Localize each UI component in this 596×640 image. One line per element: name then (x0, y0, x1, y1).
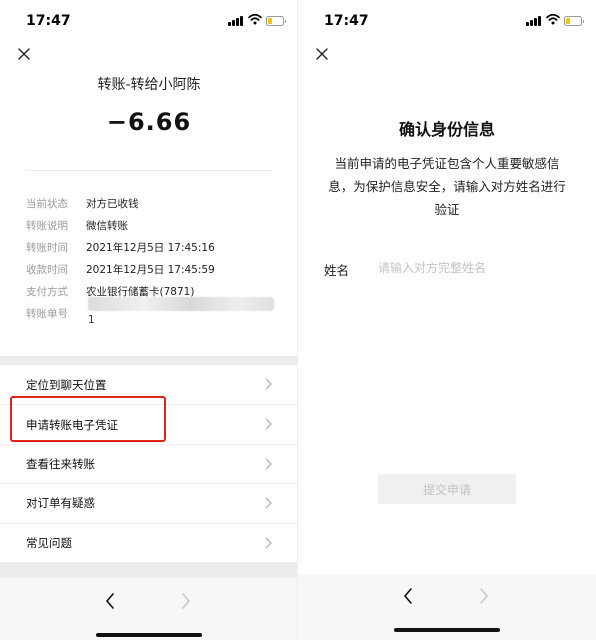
battery-icon (564, 16, 584, 26)
name-label: 姓名 (324, 263, 350, 278)
menu-item-label: 查看往来转账 (26, 456, 95, 471)
detail-row: 收款时间 2021年12月5日 17:45:59 (26, 258, 276, 280)
chevron-right-icon (265, 497, 272, 509)
detail-value: 对方已收钱 (86, 197, 139, 210)
page-title: 确认身份信息 (398, 120, 495, 139)
menu-item-view-transfers[interactable]: 查看往来转账 (0, 443, 298, 484)
detail-row: 当前状态 对方已收钱 (26, 192, 276, 214)
browser-toolbar (0, 578, 298, 640)
chevron-right-icon (265, 458, 272, 470)
status-bar: 17:47 (0, 0, 298, 40)
detail-key: 转账时间 (26, 241, 68, 254)
status-time: 17:47 (26, 13, 71, 29)
cellular-signal-icon (228, 16, 244, 26)
redacted-order-number (88, 297, 274, 311)
detail-row: 转账说明 微信转账 (26, 214, 276, 236)
name-input[interactable] (378, 258, 574, 278)
section-gap (0, 356, 298, 365)
chevron-right-icon (480, 588, 489, 604)
chevron-right-icon (265, 378, 272, 390)
submit-button[interactable]: 提交申请 (378, 474, 516, 504)
detail-value: 微信转账 (86, 219, 128, 232)
wifi-icon (248, 13, 262, 25)
home-indicator (394, 628, 500, 632)
detail-key: 支付方式 (26, 285, 68, 298)
chevron-left-icon[interactable] (402, 587, 414, 605)
cellular-signal-icon (526, 16, 542, 26)
chevron-right-icon (182, 593, 191, 609)
close-icon[interactable] (16, 46, 32, 62)
order-number-tail: 1 (88, 314, 95, 326)
menu-item-label: 对订单有疑惑 (26, 496, 95, 511)
browser-toolbar (298, 575, 596, 640)
status-bar: 17:47 (298, 0, 596, 40)
wifi-icon (546, 13, 560, 25)
menu-item-order-question[interactable]: 对订单有疑惑 (0, 483, 298, 523)
battery-icon (266, 16, 286, 26)
menu-item-label: 定位到聊天位置 (26, 377, 107, 392)
verification-description: 当前申请的电子凭证包含个人重要敏感信息，为保护信息安全，请输入对方姓名进行验证 (328, 156, 566, 217)
transfer-title: 转账-转给小阿陈 (97, 77, 201, 93)
close-icon[interactable] (314, 46, 330, 62)
action-menu: 定位到聊天位置 申请转账电子凭证 查看往来转账 对订单有疑惑 常见问题 (0, 365, 298, 562)
detail-key: 转账说明 (26, 219, 68, 232)
chevron-right-icon (265, 537, 272, 549)
transfer-detail-screen: 17:47 转账-转给小阿陈 −6.66 当前状态 对方已收钱 转账说明 微信转… (0, 0, 298, 640)
home-indicator (96, 633, 202, 637)
highlight-box (10, 396, 166, 442)
detail-key: 当前状态 (26, 197, 68, 210)
menu-item-faq[interactable]: 常见问题 (0, 522, 298, 562)
detail-key: 收款时间 (26, 263, 68, 276)
detail-key: 转账单号 (26, 307, 68, 320)
identity-verification-screen: 17:47 确认身份信息 当前申请的电子凭证包含个人重要敏感信息，为保护信息安全… (298, 0, 596, 640)
divider (26, 170, 272, 171)
section-gap (0, 562, 298, 578)
detail-value: 2021年12月5日 17:45:16 (86, 241, 215, 254)
detail-row: 转账时间 2021年12月5日 17:45:16 (26, 236, 276, 258)
detail-value: 2021年12月5日 17:45:59 (86, 263, 215, 276)
chevron-left-icon[interactable] (104, 592, 116, 610)
transfer-amount: −6.66 (106, 108, 192, 136)
chevron-right-icon (265, 418, 272, 430)
menu-item-label: 常见问题 (26, 535, 72, 550)
status-time: 17:47 (324, 13, 369, 29)
